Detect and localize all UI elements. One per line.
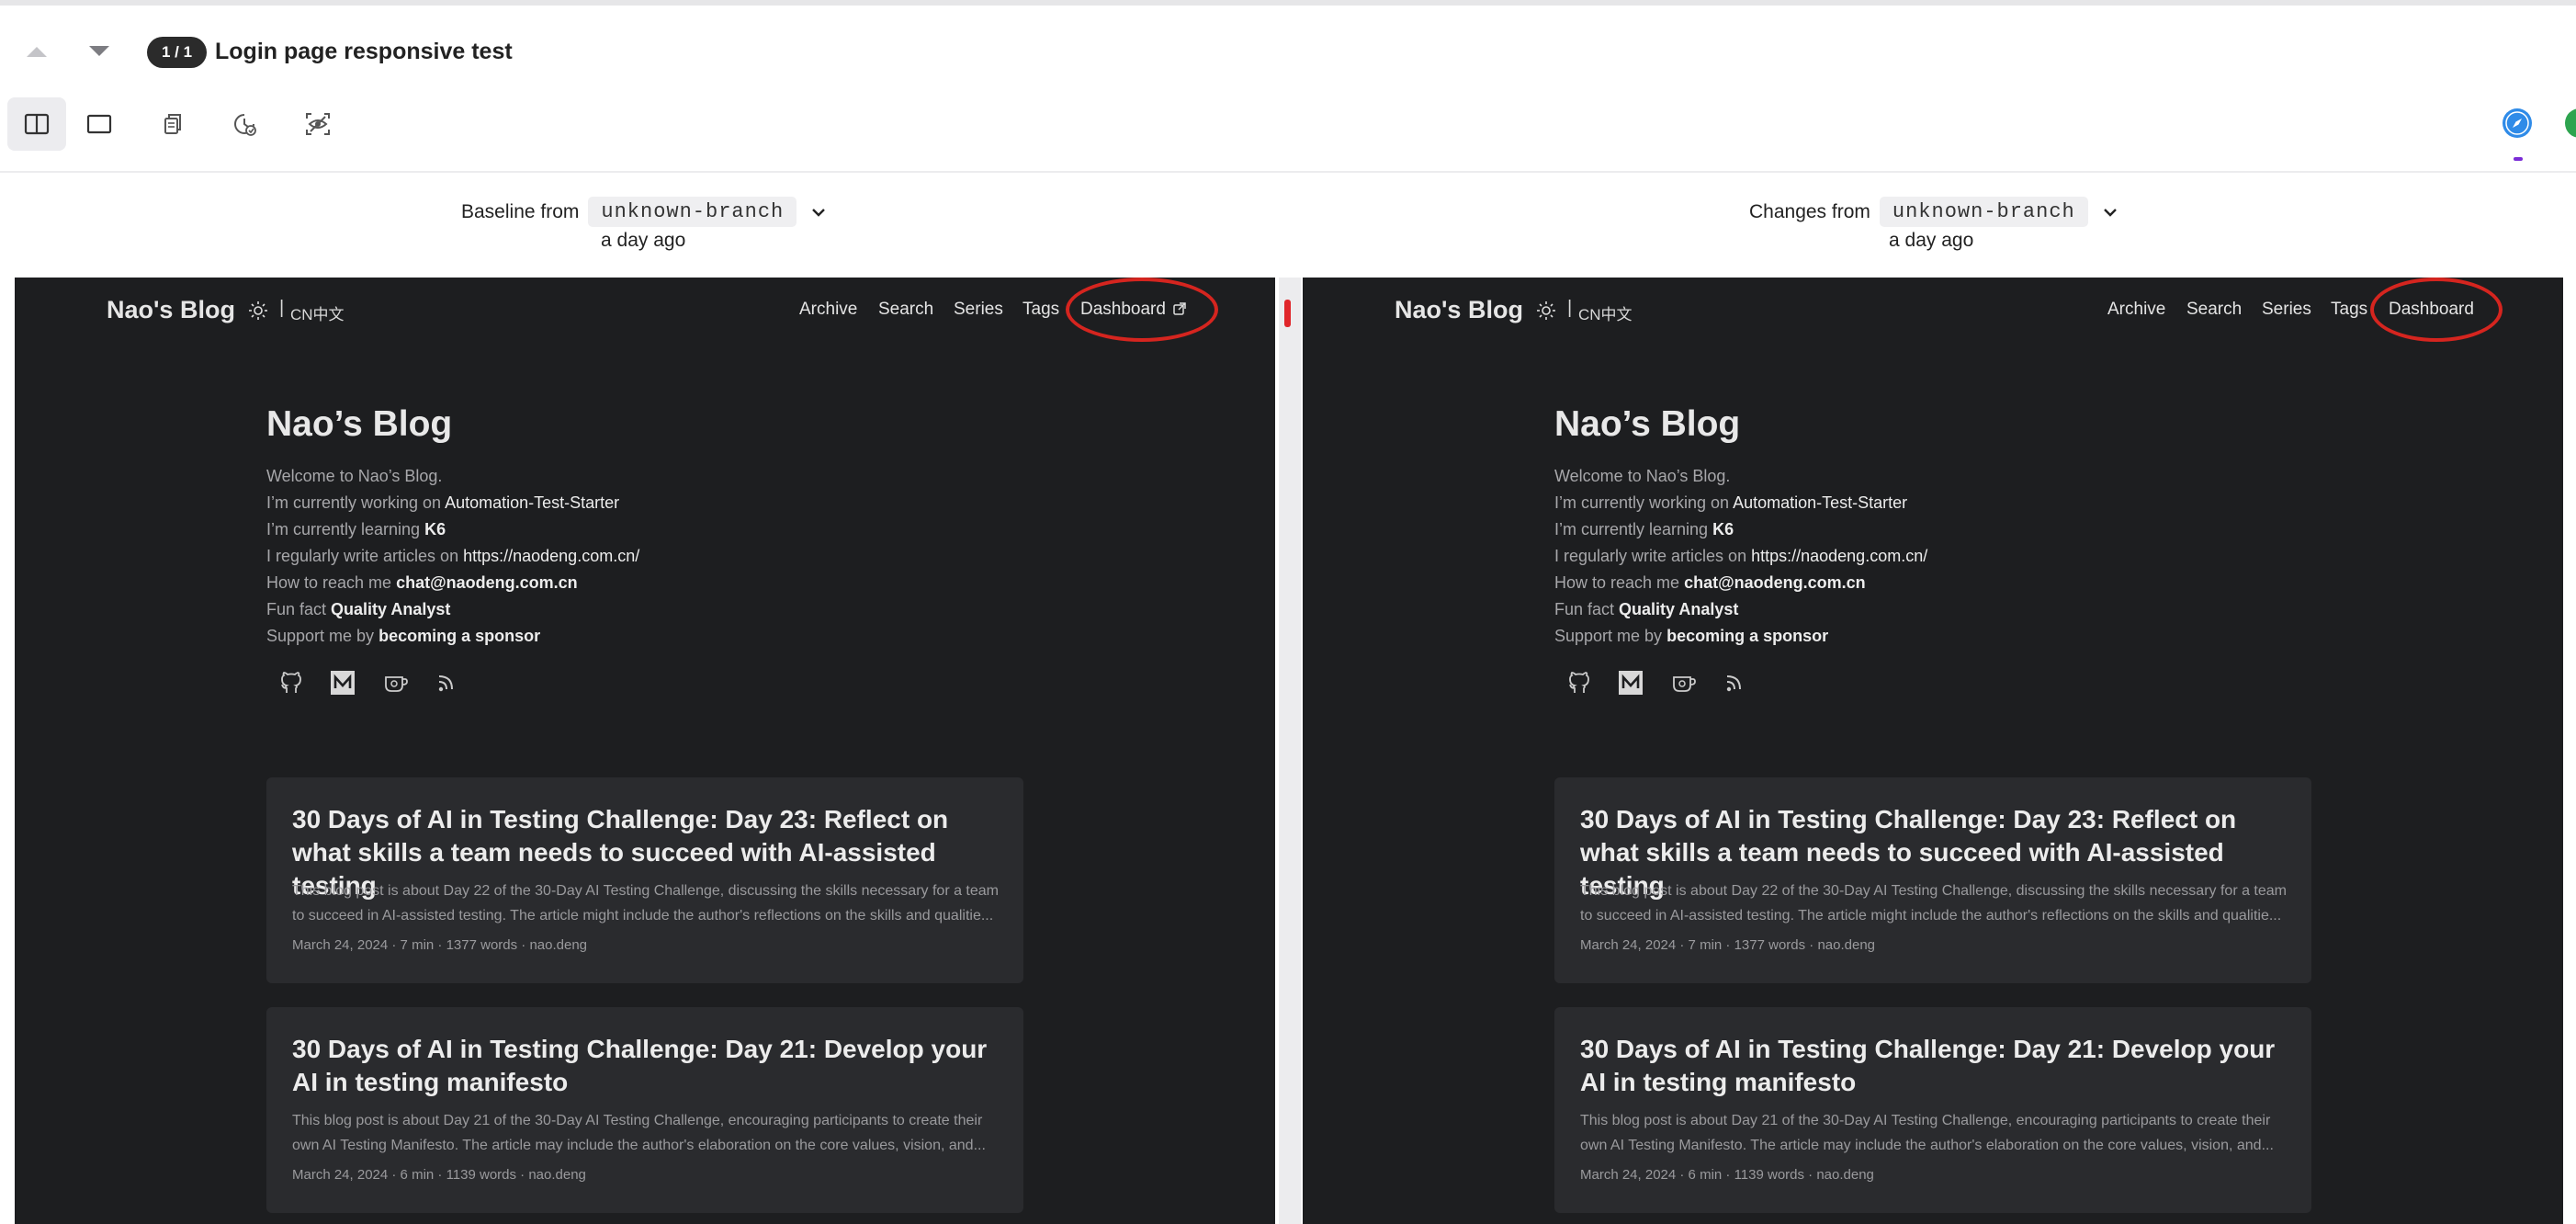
inspect-button[interactable] (288, 97, 347, 151)
intro-articles: I regularly write articles on https://na… (266, 547, 640, 565)
medium-icon[interactable] (1615, 667, 1646, 698)
intro-welcome: Welcome to Nao’s Blog. (266, 467, 443, 485)
menu-series[interactable]: Series (954, 300, 1003, 320)
menu-dashboard-label: Dashboard (1080, 300, 1166, 319)
split-view-button[interactable] (7, 97, 66, 151)
single-view-icon (86, 114, 112, 134)
menu-search[interactable]: Search (878, 300, 933, 320)
post-meta: March 24, 2024 · 7 min · 1377 words · na… (292, 937, 588, 953)
baseline-branch: unknown-branch (588, 197, 797, 227)
history-button[interactable] (215, 97, 274, 151)
post-card[interactable]: 30 Days of AI in Testing Challenge: Day … (266, 1007, 1023, 1213)
chevron-down-icon (89, 46, 109, 56)
site-heading: Nao’s Blog (266, 404, 453, 444)
post-card[interactable]: 30 Days of AI in Testing Challenge: Day … (266, 777, 1023, 983)
menu-search[interactable]: Search (2186, 300, 2242, 320)
intro-fun-fact: Fun fact Quality Analyst (266, 600, 451, 618)
intro-learning: I’m currently learning K6 (266, 520, 446, 538)
test-counter-badge: 1 / 1 (147, 37, 208, 68)
changes-branch: unknown-branch (1879, 197, 2088, 227)
toolbar-divider (0, 171, 2576, 173)
post-card[interactable]: 30 Days of AI in Testing Challenge: Day … (1554, 777, 2311, 983)
intro-working: I’m currently working on Automation-Test… (266, 493, 620, 512)
github-icon[interactable] (276, 667, 307, 698)
intro-support: Support me by becoming a sponsor (1554, 627, 1829, 645)
post-meta: March 24, 2024 · 6 min · 1139 words · na… (292, 1167, 586, 1183)
external-link-icon (1173, 302, 1186, 315)
site-brand: Nao's Blog (1395, 296, 1523, 323)
changes-branch-dropdown[interactable] (2097, 199, 2123, 225)
intro-welcome: Welcome to Nao’s Blog. (1554, 467, 1731, 485)
diff-marker (1284, 300, 1291, 327)
post-title: 30 Days of AI in Testing Challenge: Day … (1580, 1035, 2276, 1096)
previous-arrow-button[interactable] (18, 33, 55, 70)
intro-support: Support me by becoming a sponsor (266, 627, 541, 645)
copy-icon (164, 114, 181, 134)
language-switch[interactable]: CN中文 (290, 301, 345, 324)
coffee-sponsor-icon[interactable] (380, 667, 412, 698)
menu-archive[interactable]: Archive (799, 300, 857, 320)
nav-separator: | (279, 298, 285, 318)
active-browser-indicator (2514, 157, 2523, 161)
chevron-down-icon (812, 208, 826, 217)
comparison-splitter[interactable] (1279, 278, 1301, 1224)
intro-learning: I’m currently learning K6 (1554, 520, 1734, 538)
baseline-branch-dropdown[interactable] (806, 199, 831, 225)
rss-icon[interactable] (432, 667, 463, 698)
medium-icon[interactable] (327, 667, 358, 698)
site-heading: Nao’s Blog (1554, 404, 1741, 444)
chrome-browser-icon[interactable] (2565, 108, 2576, 138)
nav-separator: | (1567, 298, 1573, 318)
post-summary: This blog post is about Day 21 of the 30… (1580, 1113, 2274, 1153)
post-meta: March 24, 2024 · 7 min · 1377 words · na… (1580, 937, 1876, 953)
top-border (0, 0, 2576, 6)
changes-header: Changes from unknown-branch (1749, 197, 2123, 227)
menu-series[interactable]: Series (2262, 300, 2311, 320)
baseline-screenshot[interactable]: Nao's Blog | CN中文 Archive Search Series … (15, 278, 1275, 1224)
baseline-time: a day ago (601, 230, 686, 251)
menu-dashboard[interactable]: Dashboard (2389, 300, 2474, 320)
menu-tags[interactable]: Tags (2331, 300, 2367, 320)
menu-archive[interactable]: Archive (2107, 300, 2165, 320)
post-summary: This blog post is about Day 21 of the 30… (292, 1113, 986, 1153)
copy-button[interactable] (143, 97, 202, 151)
site-brand: Nao's Blog (107, 296, 235, 323)
intro-fun-fact: Fun fact Quality Analyst (1554, 600, 1739, 618)
history-clock-icon (234, 114, 256, 136)
theme-sun-icon[interactable] (248, 300, 268, 321)
split-view-icon (24, 113, 50, 135)
baseline-header: Baseline from unknown-branch (461, 197, 831, 227)
theme-sun-icon[interactable] (1536, 300, 1556, 321)
test-title: Login page responsive test (215, 39, 513, 64)
post-summary: This blog post is about Day 22 of the 30… (292, 883, 999, 924)
intro-reach: How to reach me chat@naodeng.com.cn (266, 573, 578, 592)
chevron-up-icon (27, 47, 47, 57)
changes-screenshot[interactable]: Nao's Blog | CN中文 Archive Search Series … (1303, 278, 2563, 1224)
rss-icon[interactable] (1720, 667, 1751, 698)
intro-working: I’m currently working on Automation-Test… (1554, 493, 1908, 512)
language-switch[interactable]: CN中文 (1578, 301, 1633, 324)
safari-browser-icon[interactable] (2503, 108, 2532, 138)
next-arrow-button[interactable] (81, 33, 118, 70)
changes-time: a day ago (1889, 230, 1974, 251)
baseline-label: Baseline from (461, 200, 580, 222)
post-card[interactable]: 30 Days of AI in Testing Challenge: Day … (1554, 1007, 2311, 1213)
intro-reach: How to reach me chat@naodeng.com.cn (1554, 573, 1866, 592)
coffee-sponsor-icon[interactable] (1668, 667, 1700, 698)
post-meta: March 24, 2024 · 6 min · 1139 words · na… (1580, 1167, 1874, 1183)
changes-label: Changes from (1749, 200, 1870, 222)
github-icon[interactable] (1564, 667, 1595, 698)
menu-tags[interactable]: Tags (1022, 300, 1059, 320)
eye-scan-icon (306, 113, 330, 135)
intro-articles: I regularly write articles on https://na… (1554, 547, 1928, 565)
post-summary: This blog post is about Day 22 of the 30… (1580, 883, 2287, 924)
chevron-down-icon (2103, 208, 2117, 217)
menu-dashboard[interactable]: Dashboard (1080, 300, 1186, 320)
post-title: 30 Days of AI in Testing Challenge: Day … (292, 1035, 988, 1096)
single-view-button[interactable] (70, 97, 129, 151)
